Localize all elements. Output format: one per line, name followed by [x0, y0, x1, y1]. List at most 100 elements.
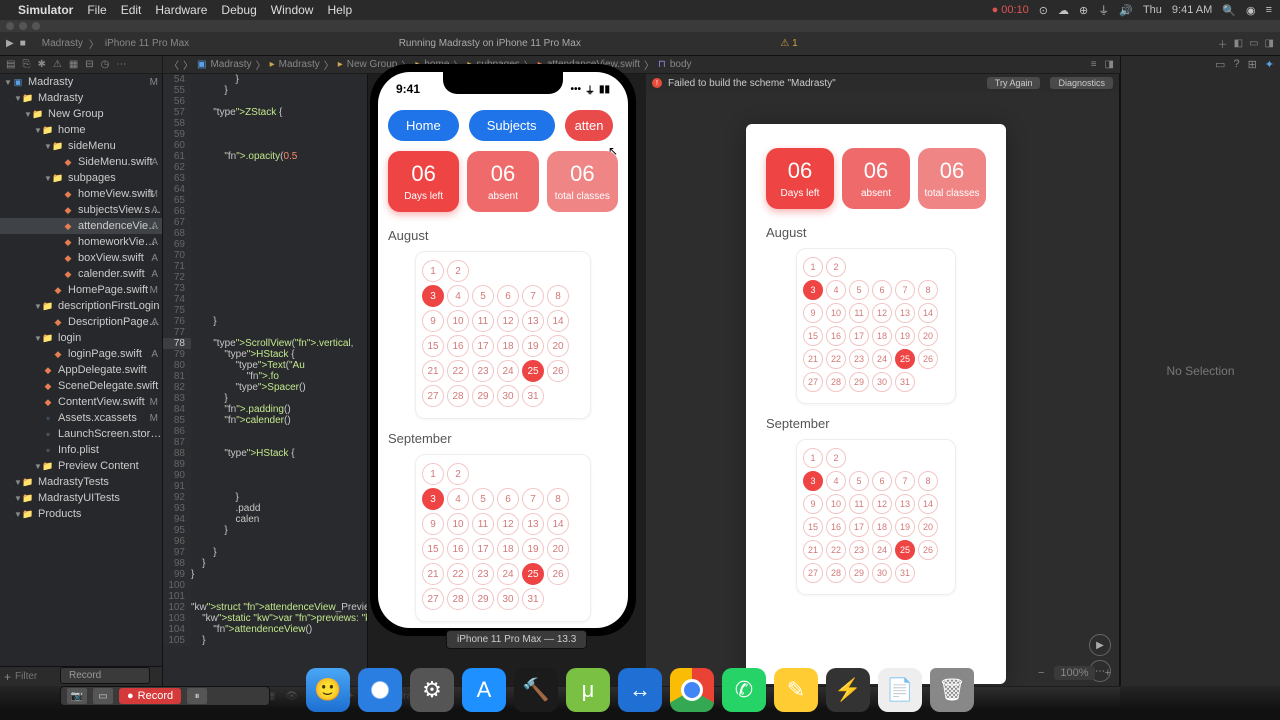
day-6[interactable]: 6 — [872, 471, 892, 491]
day-1[interactable]: 1 — [422, 463, 444, 485]
project-navigator[interactable]: ▼▣MadrastyM▼📁Madrasty▼📁New Group▼📁home▼📁… — [0, 74, 163, 666]
day-23[interactable]: 23 — [472, 360, 494, 382]
day-8[interactable]: 8 — [547, 285, 569, 307]
day-10[interactable]: 10 — [826, 303, 846, 323]
day-22[interactable]: 22 — [826, 349, 846, 369]
day-18[interactable]: 18 — [872, 517, 892, 537]
nav-boxView.swift[interactable]: ◆boxView.swiftA — [0, 250, 162, 266]
day-2[interactable]: 2 — [826, 257, 846, 277]
dock-trash[interactable]: 🗑 — [930, 668, 974, 712]
day-25[interactable]: 25 — [895, 540, 915, 560]
nav-Info.plist[interactable]: ▫Info.plist — [0, 442, 162, 458]
notif-icon[interactable]: ≡ — [1266, 4, 1272, 16]
day-23[interactable]: 23 — [849, 540, 869, 560]
day-13[interactable]: 13 — [895, 494, 915, 514]
day-7[interactable]: 7 — [895, 471, 915, 491]
menu-debug[interactable]: Debug — [221, 3, 256, 17]
max-dot[interactable] — [32, 22, 40, 30]
day-21[interactable]: 21 — [422, 563, 444, 585]
nav-Madrasty[interactable]: ▼▣MadrastyM — [0, 74, 162, 90]
day-12[interactable]: 12 — [872, 303, 892, 323]
day-11[interactable]: 11 — [472, 310, 494, 332]
fwd-icon[interactable]: 〉 — [183, 57, 193, 72]
day-21[interactable]: 21 — [422, 360, 444, 382]
dock-teamviewer[interactable]: ↔ — [618, 668, 662, 712]
screen-record-controls[interactable]: 📷 ▭ ●Record ⏸ — [60, 686, 270, 706]
day-28[interactable]: 28 — [826, 563, 846, 583]
day-24[interactable]: 24 — [497, 563, 519, 585]
window-icon[interactable]: ▭ — [93, 688, 113, 704]
tab-subjects[interactable]: Subjects — [469, 110, 555, 141]
day-20[interactable]: 20 — [547, 538, 569, 560]
day-16[interactable]: 16 — [447, 538, 469, 560]
day-17[interactable]: 17 — [849, 517, 869, 537]
day-26[interactable]: 26 — [918, 349, 938, 369]
menu-window[interactable]: Window — [271, 3, 314, 17]
day-3[interactable]: 3 — [422, 488, 444, 510]
nav-home[interactable]: ▼📁home — [0, 122, 162, 138]
record-button[interactable]: ●Record — [119, 688, 181, 704]
day-31[interactable]: 31 — [895, 372, 915, 392]
panel-right-icon[interactable]: ◨ — [1265, 38, 1274, 49]
day-26[interactable]: 26 — [547, 360, 569, 382]
stop-button[interactable]: ■ — [20, 38, 26, 49]
day-1[interactable]: 1 — [803, 257, 823, 277]
dock-utorrent[interactable]: μ — [566, 668, 610, 712]
day-5[interactable]: 5 — [472, 488, 494, 510]
day-5[interactable]: 5 — [472, 285, 494, 307]
day-24[interactable]: 24 — [497, 360, 519, 382]
day-3[interactable]: 3 — [422, 285, 444, 307]
nav-Preview Content[interactable]: ▼📁Preview Content — [0, 458, 162, 474]
day-18[interactable]: 18 — [497, 538, 519, 560]
min-dot[interactable] — [19, 22, 27, 30]
dock-whatsapp[interactable]: ✆ — [722, 668, 766, 712]
dock-settings[interactable]: ⚙ — [410, 668, 454, 712]
day-30[interactable]: 30 — [872, 563, 892, 583]
day-30[interactable]: 30 — [497, 588, 519, 610]
day-9[interactable]: 9 — [803, 303, 823, 323]
day-13[interactable]: 13 — [522, 310, 544, 332]
day-6[interactable]: 6 — [497, 285, 519, 307]
code-editor[interactable]: 54 }55 }5657 "type">ZStack {58596061 "fn… — [163, 74, 368, 686]
day-4[interactable]: 4 — [826, 280, 846, 300]
day-9[interactable]: 9 — [422, 513, 444, 535]
day-20[interactable]: 20 — [547, 335, 569, 357]
dock-bolt[interactable]: ⚡ — [826, 668, 870, 712]
day-25[interactable]: 25 — [895, 349, 915, 369]
simulator-screen[interactable]: 9:41 •••⏚▮▮ ↖ Home Subjects atten 06Days… — [378, 72, 628, 628]
nav-SideMenu.swift[interactable]: ◆SideMenu.swiftA — [0, 154, 162, 170]
day-24[interactable]: 24 — [872, 540, 892, 560]
day-30[interactable]: 30 — [872, 372, 892, 392]
traffic-lights[interactable] — [6, 20, 40, 32]
day-18[interactable]: 18 — [872, 326, 892, 346]
nav-subpages[interactable]: ▼📁subpages — [0, 170, 162, 186]
jump-bar[interactable]: 〈 〉 ▣Madrasty〉 ▸Madrasty〉 ▸New Group〉 ▸h… — [163, 56, 1120, 74]
day-24[interactable]: 24 — [872, 349, 892, 369]
nav-login[interactable]: ▼📁login — [0, 330, 162, 346]
day-7[interactable]: 7 — [522, 488, 544, 510]
day-14[interactable]: 14 — [547, 513, 569, 535]
day-9[interactable]: 9 — [422, 310, 444, 332]
nav-subjectsView.swift[interactable]: ◆subjectsView.swiftA — [0, 202, 162, 218]
dock-safari[interactable] — [358, 668, 402, 712]
day-31[interactable]: 31 — [522, 588, 544, 610]
day-16[interactable]: 16 — [826, 326, 846, 346]
day-1[interactable]: 1 — [422, 260, 444, 282]
calendar-September[interactable]: 1234567891011121314151617181920212223242… — [796, 439, 956, 595]
nav-New Group[interactable]: ▼📁New Group — [0, 106, 162, 122]
nav-loginPage.swift[interactable]: ◆loginPage.swiftA — [0, 346, 162, 362]
day-31[interactable]: 31 — [522, 385, 544, 407]
day-3[interactable]: 3 — [803, 471, 823, 491]
dock-appstore[interactable]: A — [462, 668, 506, 712]
day-16[interactable]: 16 — [447, 335, 469, 357]
nav-DescriptionPage.swift[interactable]: ◆DescriptionPage.swiftA — [0, 314, 162, 330]
menu-app[interactable]: Simulator — [18, 3, 73, 17]
day-6[interactable]: 6 — [497, 488, 519, 510]
menu-edit[interactable]: Edit — [121, 3, 142, 17]
day-1[interactable]: 1 — [803, 448, 823, 468]
day-11[interactable]: 11 — [849, 494, 869, 514]
nav-Assets.xcassets[interactable]: ▫Assets.xcassetsM — [0, 410, 162, 426]
nav-Products[interactable]: ▼📁Products — [0, 506, 162, 522]
day-8[interactable]: 8 — [547, 488, 569, 510]
scheme-selector[interactable]: Madrasty 〉 iPhone 11 Pro Max — [32, 36, 199, 51]
